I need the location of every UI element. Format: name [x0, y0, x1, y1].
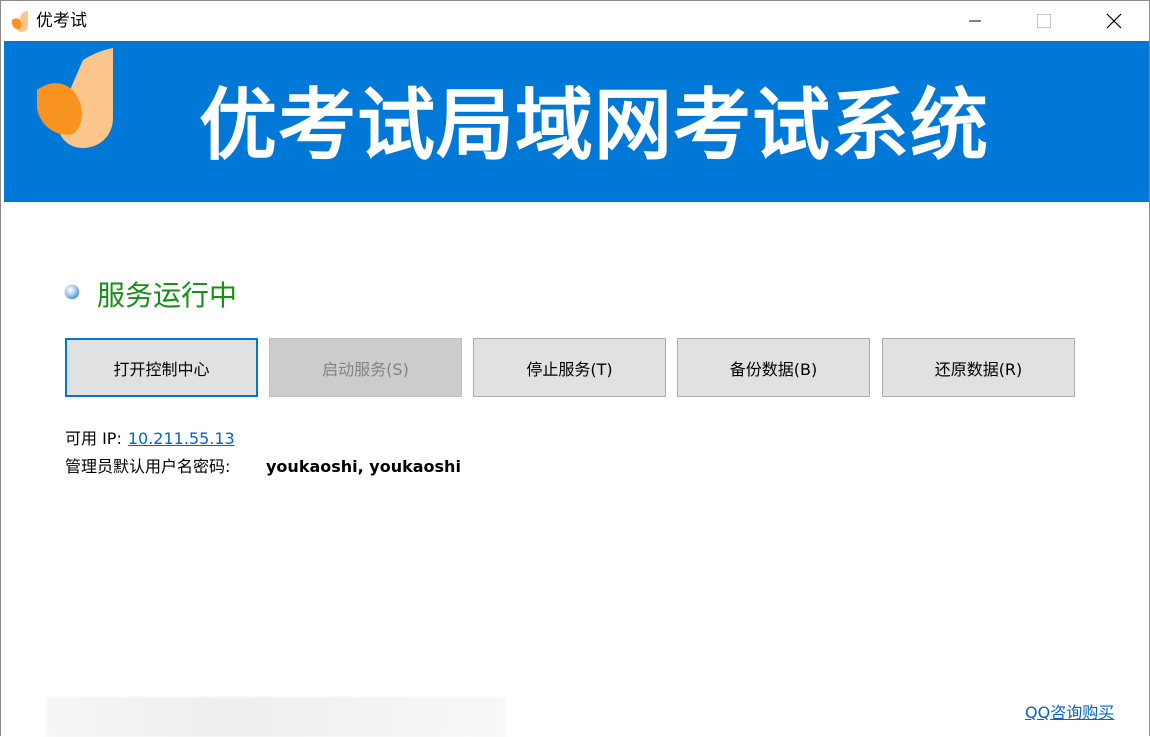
ip-address-link[interactable]: 10.211.55.13 — [128, 429, 235, 448]
close-icon — [1106, 13, 1122, 29]
open-control-center-button[interactable]: 打开控制中心 — [65, 338, 258, 397]
app-window: 优考试 优考试局域网考试系统 服务运行中 打开控制中心 启动服务(S) 停止服务 — [0, 0, 1150, 737]
ip-label: 可用 IP: — [65, 429, 122, 448]
minimize-icon — [969, 20, 981, 22]
close-button[interactable] — [1091, 1, 1137, 41]
admin-credentials-label: 管理员默认用户名密码: — [65, 457, 231, 476]
admin-credentials-value: youkaoshi, youkaoshi — [266, 457, 461, 476]
available-ip-row: 可用 IP: 10.211.55.13 — [65, 429, 235, 449]
status-dot-icon — [65, 285, 79, 299]
banner-title: 优考试局域网考试系统 — [199, 81, 990, 171]
app-logo-icon — [12, 11, 28, 32]
minimize-button[interactable] — [952, 1, 998, 41]
qq-consult-link[interactable]: QQ咨询购买 — [1025, 703, 1114, 723]
restore-data-button[interactable]: 还原数据(R) — [882, 338, 1075, 397]
backup-data-button[interactable]: 备份数据(B) — [677, 338, 870, 397]
window-title: 优考试 — [36, 11, 87, 31]
app-logo-icon — [37, 48, 113, 148]
title-bar[interactable]: 优考试 — [1, 1, 1149, 41]
maximize-button[interactable] — [1021, 1, 1067, 41]
header-banner: 优考试局域网考试系统 — [4, 41, 1149, 202]
stop-service-button[interactable]: 停止服务(T) — [473, 338, 666, 397]
service-status: 服务运行中 — [97, 279, 238, 312]
maximize-icon — [1037, 14, 1051, 28]
blurred-footer-area — [46, 697, 506, 737]
start-service-button[interactable]: 启动服务(S) — [269, 338, 462, 397]
